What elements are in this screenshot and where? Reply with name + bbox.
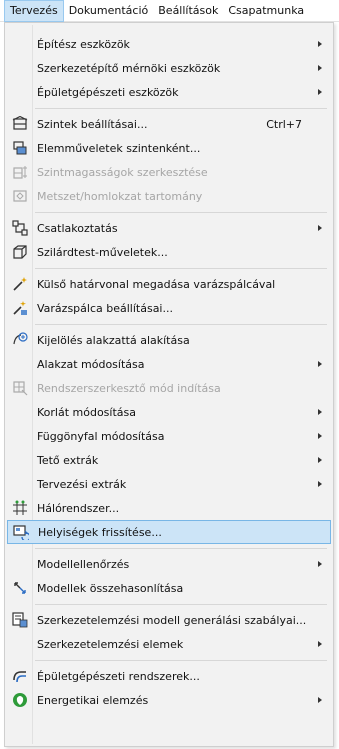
menu-item-alakzat-modositasa[interactable]: Alakzat módosítása <box>7 352 331 376</box>
menu-item-label: Csatlakoztatás <box>37 221 118 235</box>
menu-item-szilardtest-muveletek[interactable]: Szilárdtest-műveletek... <box>7 240 331 264</box>
menu-item-szerkezetelemzesi-elemek[interactable]: Szerkezetelemzési elemek <box>7 632 331 656</box>
submenu-arrow-icon <box>318 457 322 463</box>
menu-item-label: Épületgépészeti eszközök <box>37 85 179 99</box>
menubar-item-csapatmunka[interactable]: Csapatmunka <box>223 0 309 22</box>
convert-to-morph-icon <box>12 332 28 348</box>
menu-item-label: Varázspálca beállításai... <box>37 301 173 315</box>
story-settings-icon <box>12 116 28 132</box>
menubar-item-beallitasok[interactable]: Beállítások <box>153 0 223 22</box>
menu-item-label: Tervezési extrák <box>37 477 127 491</box>
menu-item-epuletgepeszeti-rendszerek[interactable]: Épületgépészeti rendszerek... <box>7 664 331 688</box>
magic-wand-icon <box>12 276 28 292</box>
menu-item-kulso-hatarvonal-varazspalca[interactable]: Külső határvonal megadása varázspálcával <box>7 272 331 296</box>
menu-item-label: Kijelölés alakzattá alakítása <box>37 333 190 347</box>
menu-item-rendszerszerkeszto-mod: Rendszerszerkesztő mód indítása <box>7 376 331 400</box>
menu-item-label: Szilárdtest-műveletek... <box>37 245 168 259</box>
menu-item-halorendszer[interactable]: Hálórendszer... <box>7 496 331 520</box>
menu-item-csatlakoztatas[interactable]: Csatlakoztatás <box>7 216 331 240</box>
submenu-arrow-icon <box>318 433 322 439</box>
menu-item-label: Rendszerszerkesztő mód indítása <box>37 381 221 395</box>
menu-item-energetikai-elemzes[interactable]: Energetikai elemzés <box>7 688 331 712</box>
story-levels-icon <box>12 164 28 180</box>
menu-item-label: Elemműveletek szintenként... <box>37 141 201 155</box>
submenu-arrow-icon <box>318 641 322 647</box>
submenu-arrow-icon <box>318 41 322 47</box>
menu-item-label: Helyiségek frissítése... <box>38 525 162 539</box>
menu-item-teto-extrak[interactable]: Tető extrák <box>7 448 331 472</box>
menu-item-tervezesi-extrak[interactable]: Tervezési extrák <box>7 472 331 496</box>
system-edit-icon <box>12 380 28 396</box>
submenu-arrow-icon <box>318 409 322 415</box>
menu-item-modellek-osszehasonlitasa[interactable]: Modellek összehasonlítása <box>7 576 331 600</box>
tervezes-dropdown-menu: Építész eszközök Szerkezetépítő mérnöki … <box>4 22 334 747</box>
compare-models-icon <box>12 580 28 596</box>
menu-item-fuggonyfal-modositasa[interactable]: Függönyfal módosítása <box>7 424 331 448</box>
menu-item-label: Függönyfal módosítása <box>37 429 165 443</box>
menu-item-varazspalca-beallitasai[interactable]: Varázspálca beállításai... <box>7 296 331 320</box>
solid-operations-icon <box>12 244 28 260</box>
story-operations-icon <box>12 140 28 156</box>
menu-item-szintmagassagok-szerkesztese: Szintmagasságok szerkesztése <box>7 160 331 184</box>
section-range-icon <box>12 188 28 204</box>
grid-system-icon <box>12 500 28 516</box>
menu-item-label: Külső határvonal megadása varázspálcával <box>37 277 276 291</box>
menu-item-label: Alakzat módosítása <box>37 357 145 371</box>
menu-bar: Tervezés Dokumentáció Beállítások Csapat… <box>0 0 339 22</box>
shortcut-label: Ctrl+7 <box>266 117 302 131</box>
submenu-arrow-icon <box>318 697 322 703</box>
menu-item-helyisegek-frissitese[interactable]: Helyiségek frissítése... <box>7 520 331 544</box>
menu-item-label: Modellellenőrzés <box>37 557 130 571</box>
magic-wand-settings-icon <box>12 300 28 316</box>
menu-item-label: Modellek összehasonlítása <box>37 581 184 595</box>
menu-item-label: Tető extrák <box>37 453 99 467</box>
menu-separator <box>35 212 327 213</box>
menu-separator <box>35 604 327 605</box>
menu-item-label: Épületgépészeti rendszerek... <box>37 669 200 683</box>
menu-separator <box>35 660 327 661</box>
menu-item-label: Szintmagasságok szerkesztése <box>37 165 208 179</box>
menu-separator <box>35 268 327 269</box>
analytical-model-icon <box>12 612 28 628</box>
menu-item-label: Szerkezetelemzési modell generálási szab… <box>37 613 307 627</box>
menu-item-kijeloles-alakzatta[interactable]: Kijelölés alakzattá alakítása <box>7 328 331 352</box>
menu-item-label: Építész eszközök <box>37 37 130 51</box>
submenu-arrow-icon <box>318 225 322 231</box>
submenu-arrow-icon <box>318 89 322 95</box>
update-zones-icon <box>13 524 29 540</box>
submenu-arrow-icon <box>318 561 322 567</box>
menu-item-label: Szerkezetépítő mérnöki eszközök <box>37 61 221 75</box>
submenu-arrow-icon <box>318 65 322 71</box>
menu-item-epuletgepeszeti-eszkozok[interactable]: Épületgépészeti eszközök <box>7 80 331 104</box>
menu-item-szintek-beallitasai[interactable]: Szintek beállításai... Ctrl+7 <box>7 112 331 136</box>
menubar-item-tervezes[interactable]: Tervezés <box>4 0 64 22</box>
menu-item-korlat-modositasa[interactable]: Korlát módosítása <box>7 400 331 424</box>
submenu-arrow-icon <box>318 361 322 367</box>
menu-item-szerkezetepito-eszkozok[interactable]: Szerkezetépítő mérnöki eszközök <box>7 56 331 80</box>
menu-separator <box>35 108 327 109</box>
menu-item-modellellenorzes[interactable]: Modellellenőrzés <box>7 552 331 576</box>
menu-item-metszet-homlokzat-tartomany: Metszet/homlokzat tartomány <box>7 184 331 208</box>
menu-item-label: Szintek beállításai... <box>37 117 148 131</box>
menu-item-szerkezetelemzesi-modell-szabalyai[interactable]: Szerkezetelemzési modell generálási szab… <box>7 608 331 632</box>
menu-item-elemmuveletek-szintenkent[interactable]: Elemműveletek szintenként... <box>7 136 331 160</box>
menu-item-label: Szerkezetelemzési elemek <box>37 637 184 651</box>
menu-item-label: Energetikai elemzés <box>37 693 149 707</box>
menu-item-label: Metszet/homlokzat tartomány <box>37 189 203 203</box>
menu-item-epitesz-eszkozok[interactable]: Építész eszközök <box>7 32 331 56</box>
menu-item-label: Hálórendszer... <box>37 501 120 515</box>
menu-item-label: Korlát módosítása <box>37 405 136 419</box>
connect-icon <box>12 220 28 236</box>
energy-evaluation-icon <box>12 692 28 708</box>
menu-separator <box>35 324 327 325</box>
menubar-item-dokumentacio[interactable]: Dokumentáció <box>64 0 154 22</box>
submenu-arrow-icon <box>318 481 322 487</box>
menu-separator <box>35 548 327 549</box>
mep-systems-icon <box>12 668 28 684</box>
